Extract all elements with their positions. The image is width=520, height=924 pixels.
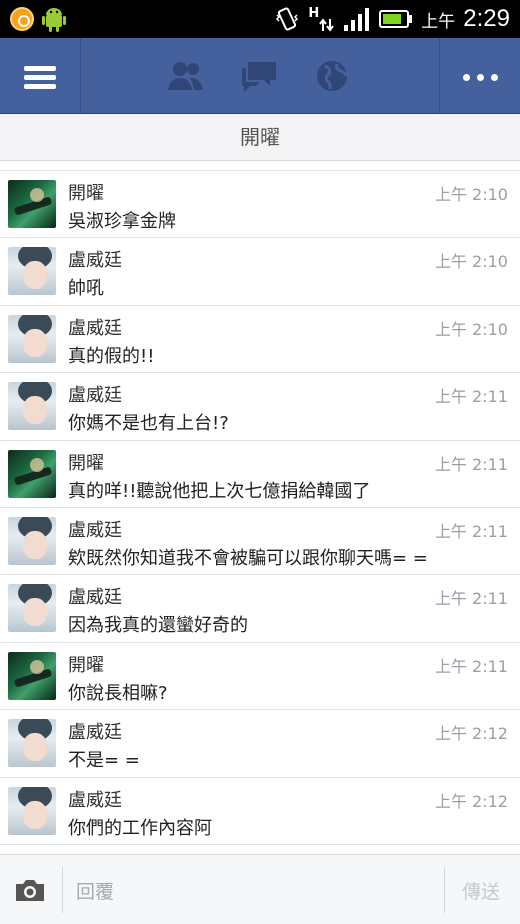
sender-name: 開曜: [68, 452, 104, 474]
sender-name: 盧威廷: [68, 587, 122, 609]
message-timestamp: 上午 2:10: [434, 252, 508, 272]
status-clock: 2:29: [463, 5, 510, 32]
message-row[interactable]: 盧威廷 上午 2:11 你媽不是也有上台!?: [0, 373, 520, 441]
message-timestamp: 上午 2:11: [434, 454, 508, 474]
notifications-globe-icon[interactable]: [313, 58, 353, 94]
message-text: 不是= =: [68, 750, 140, 772]
more-icon-dot: [491, 74, 498, 81]
data-transfer-icon: [319, 18, 335, 32]
message-timestamp: 上午 2:11: [434, 387, 508, 407]
message-row[interactable]: 開曜 上午 2:10 吳淑珍拿金牌: [0, 171, 520, 239]
avatar[interactable]: [8, 516, 56, 565]
more-icon-dot: [463, 74, 470, 81]
message-row[interactable]: 盧威廷 上午 2:10 帥吼: [0, 238, 520, 306]
message-text: 因為我真的還蠻好奇的: [68, 615, 248, 637]
top-navigation-bar: [0, 38, 520, 114]
message-text: 真的假的!!: [68, 345, 155, 367]
vibrate-icon: [276, 7, 299, 31]
menu-icon-line: [24, 66, 56, 71]
message-row[interactable]: 盧威廷 上午 2:12 不是= =: [0, 710, 520, 778]
message-row[interactable]: 盧威廷 上午 2:12 你們的工作內容阿: [0, 778, 520, 845]
sender-name: 盧威廷: [68, 519, 122, 541]
message-timestamp: 上午 2:11: [434, 589, 508, 609]
message-row[interactable]: 開曜 上午 2:11 你說長相嘛?: [0, 643, 520, 711]
message-row[interactable]: 盧威廷 上午 2:11 因為我真的還蠻好奇的: [0, 575, 520, 643]
message-text: 帥吼: [68, 278, 104, 300]
message-timestamp: 上午 2:12: [434, 791, 508, 811]
android-icon: [42, 8, 66, 32]
reply-input[interactable]: 回覆: [76, 877, 114, 904]
sender-name: 盧威廷: [68, 722, 122, 744]
composer-divider: [444, 867, 445, 913]
friend-requests-icon[interactable]: [166, 58, 206, 94]
message-text: 你媽不是也有上台!?: [68, 413, 229, 435]
thread-title: 開曜: [0, 114, 520, 161]
composer-divider: [62, 867, 63, 913]
menu-icon-line: [24, 75, 56, 80]
message-list[interactable]: 開曜 上午 2:10 吳淑珍拿金牌 盧威廷 上午 2:10 帥吼 盧威廷 上午 2:10 真的假…: [0, 170, 520, 855]
menu-icon-line: [24, 84, 56, 89]
avatar[interactable]: [8, 247, 56, 296]
avatar[interactable]: [8, 786, 56, 835]
message-timestamp: 上午 2:11: [434, 521, 508, 541]
signal-icon: [344, 8, 370, 31]
message-timestamp: 上午 2:10: [434, 319, 508, 339]
battery-icon: [379, 10, 413, 28]
avatar[interactable]: [8, 719, 56, 768]
send-button[interactable]: 傳送: [462, 877, 500, 904]
avatar[interactable]: [8, 651, 56, 700]
message-timestamp: 上午 2:11: [434, 656, 508, 676]
message-row[interactable]: 開曜 上午 2:11 真的咩!!聽說他把上次七億捐給韓國了: [0, 441, 520, 508]
message-timestamp: 上午 2:12: [434, 724, 508, 744]
app-notification-icon: [10, 7, 34, 31]
message-text: 你說長相嘛?: [68, 682, 168, 704]
message-timestamp: 上午 2:10: [434, 185, 508, 204]
sender-name: 開曜: [68, 183, 104, 204]
sender-name: 盧威廷: [68, 789, 122, 811]
more-options-button[interactable]: [439, 38, 520, 113]
message-text: 欸既然你知道我不會被騙可以跟你聊天嗎= =: [68, 547, 428, 569]
sender-name: 開曜: [68, 654, 104, 676]
message-text: 吳淑珍拿金牌: [68, 211, 176, 232]
avatar[interactable]: [8, 314, 56, 363]
camera-icon[interactable]: [14, 878, 46, 902]
sender-name: 盧威廷: [68, 317, 122, 339]
status-bar: H 上午 2:29: [0, 0, 520, 38]
message-text: 你們的工作內容阿: [68, 817, 212, 839]
more-icon-dot: [477, 74, 484, 81]
message-row[interactable]: 盧威廷 上午 2:11 欸既然你知道我不會被騙可以跟你聊天嗎= =: [0, 508, 520, 576]
menu-button[interactable]: [0, 38, 81, 113]
message-row[interactable]: 盧威廷 上午 2:10 真的假的!!: [0, 306, 520, 374]
avatar[interactable]: [8, 180, 56, 228]
avatar[interactable]: [8, 449, 56, 498]
network-type-label: H: [308, 5, 320, 21]
sender-name: 盧威廷: [68, 385, 122, 407]
reply-composer: 回覆 傳送: [0, 854, 520, 924]
message-text: 真的咩!!聽說他把上次七億捐給韓國了: [68, 480, 371, 502]
status-ampm: 上午: [421, 11, 456, 32]
avatar[interactable]: [8, 584, 56, 633]
messages-icon[interactable]: [240, 58, 280, 94]
avatar[interactable]: [8, 382, 56, 431]
sender-name: 盧威廷: [68, 250, 122, 272]
